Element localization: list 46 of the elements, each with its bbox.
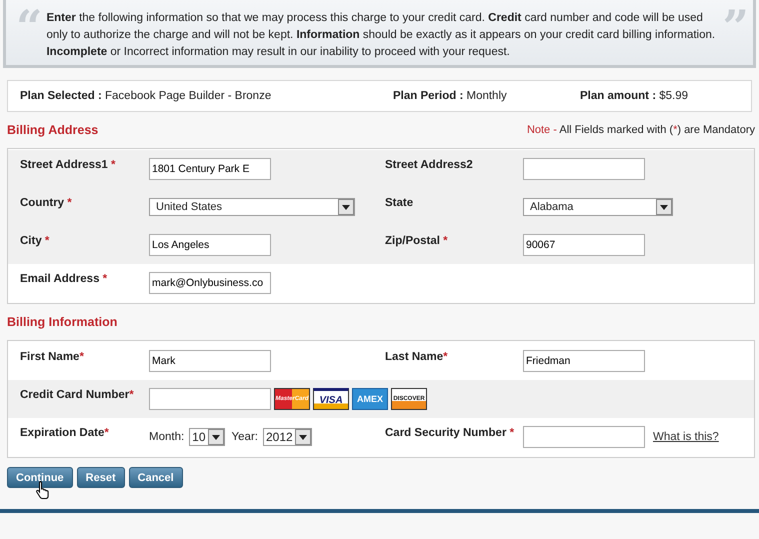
field-label: Zip/Postal * <box>385 234 449 247</box>
field-label: State <box>385 196 414 209</box>
field-label: Last Name* <box>385 350 449 363</box>
text-field[interactable] <box>149 388 271 410</box>
text-field[interactable]: 90067 <box>523 234 645 256</box>
help-link[interactable]: What is this? <box>653 431 719 443</box>
field-label: First Name* <box>20 350 85 363</box>
dropdown[interactable]: 2012 <box>262 428 312 446</box>
form-button[interactable]: Reset <box>76 467 125 488</box>
text-field[interactable]: Los Angeles <box>149 234 271 256</box>
text-field[interactable]: Friedman <box>523 350 645 372</box>
caret-icon <box>338 199 354 215</box>
caret-icon <box>656 199 672 215</box>
text-field[interactable]: mark@Onlybusiness.co <box>149 272 271 294</box>
caret-icon <box>294 429 311 445</box>
form-button[interactable]: Continue <box>7 467 73 488</box>
text-field[interactable]: Mark <box>149 350 271 372</box>
dropdown[interactable]: Alabama <box>523 198 673 216</box>
field-label: Expiration Date* <box>20 426 110 439</box>
field-caption: Month: <box>149 431 184 443</box>
quote-mark: ” <box>722 10 749 44</box>
plan-detail: Plan Selected : Facebook Page Builder - Bronze <box>20 90 272 102</box>
field-label: Credit Card Number* <box>20 388 135 401</box>
caret-icon <box>208 429 224 445</box>
form-button[interactable]: Cancel <box>128 467 183 488</box>
text-field[interactable]: 1801 Century Park E <box>149 158 271 180</box>
text-field[interactable] <box>523 426 645 448</box>
section-title: Billing Information <box>7 315 118 329</box>
field-caption: Year: <box>232 431 258 443</box>
mandatory-note: Note - All Fields marked with (*) are Mandatory <box>526 124 755 136</box>
field-label: City * <box>20 234 50 247</box>
field-label: Card Security Number * <box>385 426 516 439</box>
text-field[interactable] <box>523 158 645 180</box>
dropdown[interactable]: United States <box>149 198 355 216</box>
plan-detail: Plan amount : $5.99 <box>580 90 688 102</box>
card-logo: AMEX <box>352 388 388 410</box>
dropdown[interactable]: 10 <box>189 428 225 446</box>
section-title: Billing Address <box>7 123 98 137</box>
field-label: Street Address1 * <box>20 158 116 171</box>
field-label: Country * <box>20 196 73 209</box>
plan-detail: Plan Period : Monthly <box>393 90 508 102</box>
field-label: Email Address * <box>20 272 108 285</box>
card-logo: VISA <box>313 388 349 410</box>
info-text: Enter the following information so that we may process this charge to your credit card. Credit card number and code will be used only to authorize the charge and will not be kept. Information should be exactly as it appears on your credit card billing information. Incomplete or Incorrect information may result in our inability to proceed with your request. <box>45 11 716 60</box>
quote-mark: “ <box>16 10 42 44</box>
field-label: Street Address2 <box>385 158 474 171</box>
